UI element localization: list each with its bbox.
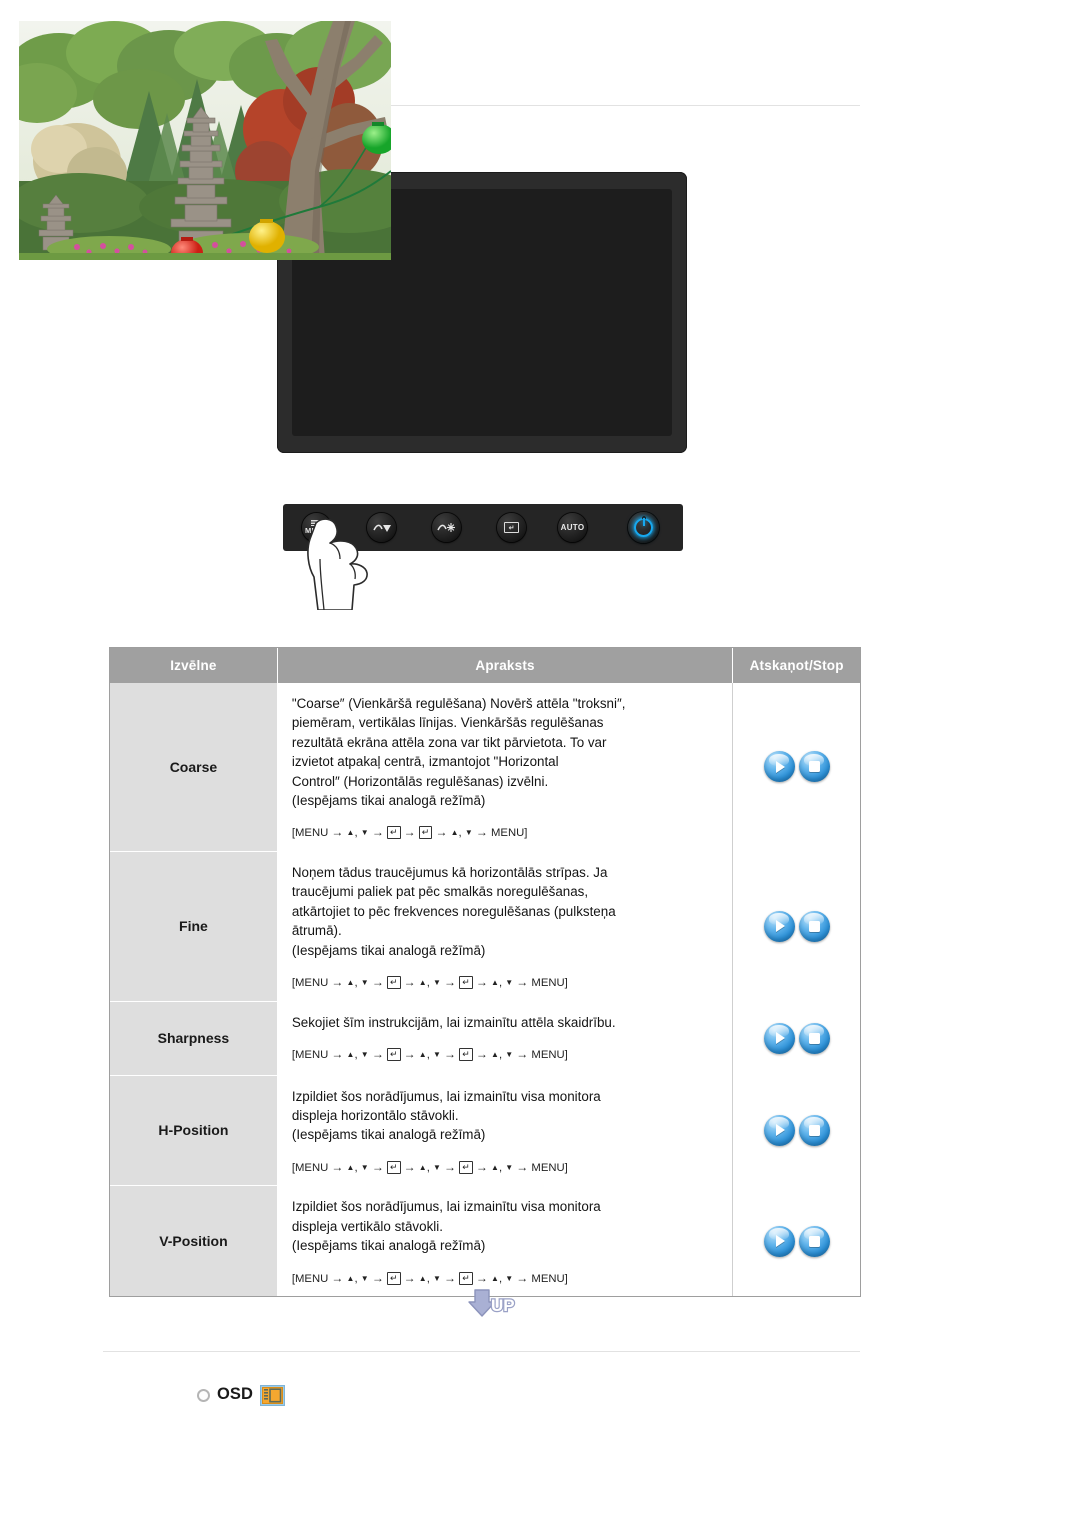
- bottom-divider: [103, 1351, 860, 1352]
- brightness-button[interactable]: [432, 513, 461, 542]
- col-header-playstop: Atskaņot/Stop: [732, 648, 860, 683]
- description-text: "Coarse″ (Vienkāršā regulēšana) Novērš a…: [291, 696, 626, 809]
- document-page: Image: [0, 0, 1080, 1528]
- playstop-cell: [732, 850, 860, 1002]
- playstop-cell: [732, 1000, 860, 1076]
- brightness-sun-icon: [437, 523, 455, 532]
- auto-button[interactable]: AUTO: [558, 513, 587, 542]
- play-button[interactable]: [763, 1022, 795, 1054]
- up-button[interactable]: UP: [461, 1283, 523, 1317]
- table-row: V-Position Izpildiet šos norādījumus, la…: [110, 1185, 860, 1297]
- menu-button[interactable]: MENU: [302, 513, 331, 542]
- play-button[interactable]: [763, 1225, 795, 1257]
- playstop-cell: [732, 1074, 860, 1186]
- playstop-cell: [732, 1185, 860, 1297]
- table-row: Coarse "Coarse″ (Vienkāršā regulēšana) N…: [110, 683, 860, 852]
- menu-name-cell: Fine: [110, 850, 278, 1002]
- description-text: Noņem tādus traucējumus kā horizontālās …: [291, 864, 616, 958]
- stop-icon: [808, 761, 820, 773]
- key-sequence: [MENU → ▲, ▼ → ↵ → ▲, ▼ → ↵ → ▲, ▼ → MEN…: [291, 1046, 568, 1061]
- play-icon: [776, 1032, 786, 1045]
- osd-panel-icon: [260, 1385, 286, 1406]
- stop-button[interactable]: [798, 751, 830, 783]
- enter-key-icon: ↵: [504, 522, 519, 533]
- col-header-description: Apraksts: [277, 648, 734, 683]
- ring-bullet-icon: [197, 1389, 210, 1402]
- power-button[interactable]: [628, 512, 659, 543]
- stop-icon: [808, 1124, 820, 1136]
- description-text: Sekojiet šīm instrukcijām, lai izmainītu…: [291, 1014, 616, 1030]
- playstop-cell: [732, 683, 860, 852]
- play-icon: [776, 920, 786, 933]
- description-text: Izpildiet šos norādījumus, lai izmainītu…: [291, 1088, 601, 1143]
- down-up-button[interactable]: [367, 513, 396, 542]
- menu-name-cell: V-Position: [110, 1185, 278, 1297]
- monitor-screen-photo: [19, 21, 391, 260]
- stop-icon: [808, 1235, 820, 1247]
- play-icon: [776, 1235, 786, 1248]
- stop-icon: [808, 920, 820, 932]
- image-settings-table: Izvēlne Apraksts Atskaņot/Stop Coarse "C…: [110, 648, 860, 1297]
- description-cell: "Coarse″ (Vienkāršā regulēšana) Novērš a…: [277, 683, 734, 852]
- up-down-arrow-icon: [372, 524, 391, 532]
- description-cell: Sekojiet šīm instrukcijām, lai izmainītu…: [277, 1000, 734, 1076]
- col-header-menu: Izvēlne: [110, 648, 278, 683]
- menu-name-cell: Coarse: [110, 683, 278, 852]
- description-cell: Noņem tādus traucējumus kā horizontālās …: [277, 850, 734, 1002]
- play-button[interactable]: [763, 1114, 795, 1146]
- table-row: Fine Noņem tādus traucējumus kā horizont…: [110, 850, 860, 1002]
- table-row: H-Position Izpildiet šos norādījumus, la…: [110, 1074, 860, 1186]
- menu-name-cell: H-Position: [110, 1074, 278, 1186]
- table-row: Sharpness Sekojiet šīm instrukcijām, lai…: [110, 1000, 860, 1076]
- table-header-row: Izvēlne Apraksts Atskaņot/Stop: [110, 648, 860, 683]
- menu-name-cell: Sharpness: [110, 1000, 278, 1076]
- osd-section-heading: OSD: [197, 1384, 286, 1406]
- play-button[interactable]: [763, 751, 795, 783]
- stop-button[interactable]: [798, 1225, 830, 1257]
- up-button-label: UP: [491, 1296, 515, 1315]
- play-icon: [776, 1124, 786, 1137]
- description-text: Izpildiet šos norādījumus, lai izmainītu…: [291, 1199, 601, 1254]
- osd-section-title: OSD: [217, 1385, 254, 1404]
- power-icon: [634, 518, 653, 537]
- description-cell: Izpildiet šos norādījumus, lai izmainītu…: [277, 1185, 734, 1297]
- play-button[interactable]: [763, 910, 795, 942]
- stop-button[interactable]: [798, 910, 830, 942]
- monitor-control-bar: MENU ↵ AUTO: [283, 504, 683, 551]
- key-sequence: [MENU → ▲, ▼ → ↵ → ↵ → ▲, ▼ → MENU]: [291, 825, 528, 840]
- key-sequence: [MENU → ▲, ▼ → ↵ → ▲, ▼ → ↵ → ▲, ▼ → MEN…: [291, 975, 568, 990]
- key-sequence: [MENU → ▲, ▼ → ↵ → ▲, ▼ → ↵ → ▲, ▼ → MEN…: [291, 1159, 568, 1174]
- stop-button[interactable]: [798, 1022, 830, 1054]
- stop-button[interactable]: [798, 1114, 830, 1146]
- stop-icon: [808, 1032, 820, 1044]
- description-cell: Izpildiet šos norādījumus, lai izmainītu…: [277, 1074, 734, 1186]
- enter-button[interactable]: ↵: [497, 513, 526, 542]
- play-icon: [776, 760, 786, 773]
